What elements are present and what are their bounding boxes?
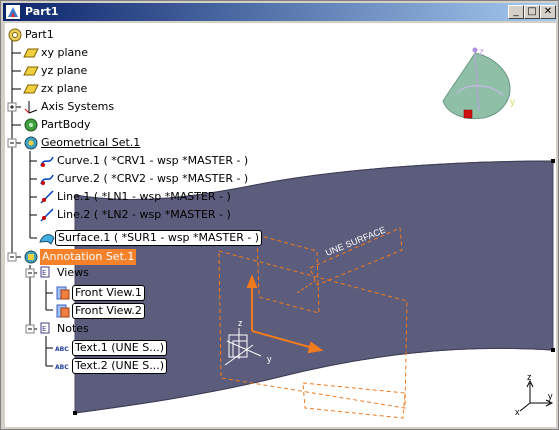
curve-icon [40, 174, 54, 185]
line-icon [40, 190, 54, 204]
plane-icon [23, 66, 39, 76]
tree-label: Line.1 ( *LN1 - wsp *MASTER - ) [57, 190, 231, 203]
tree-label: Surface.1 ( *SUR1 - wsp *MASTER - ) [55, 230, 263, 246]
compass-icon[interactable]: z y [442, 47, 515, 120]
tree-label: Text.2 (UNE S...) [72, 358, 168, 374]
maximize-button[interactable]: □ [524, 5, 540, 19]
svg-text:E: E [42, 325, 46, 333]
front-view-icon [56, 304, 70, 318]
global-axis-icon[interactable]: z y x [515, 372, 554, 417]
tree-label: Front View.1 [72, 285, 145, 301]
tree-label: yz plane [41, 64, 88, 77]
tree-label: Curve.2 ( *CRV2 - wsp *MASTER - ) [57, 172, 249, 185]
svg-text:E: E [42, 269, 46, 277]
tree-label: Views [57, 266, 89, 279]
svg-text:ABC: ABC [55, 364, 69, 371]
corner-point-top-right[interactable] [551, 159, 555, 163]
tree-label: Front View.2 [72, 303, 145, 319]
axis-x-label: x [515, 407, 520, 417]
views-folder-icon: E [40, 266, 50, 278]
compass-z-label: z [479, 47, 484, 58]
svg-text:z: z [238, 318, 243, 328]
tree-label: Curve.1 ( *CRV1 - wsp *MASTER - ) [57, 154, 249, 167]
corner-point-bottom-right[interactable] [551, 348, 555, 352]
close-button[interactable]: ✕ [540, 5, 556, 19]
text-annotation-icon: ABC [55, 346, 69, 353]
tree-label: zx plane [41, 82, 88, 95]
compass-y-label: y [510, 97, 515, 108]
axis-system-icon [24, 101, 38, 114]
tree-label: Notes [57, 322, 89, 335]
3d-viewport[interactable]: UNE SURFACE z y z y z y x Part1 xy plane… [5, 23, 556, 427]
tree-label: Annotation Set.1 [40, 249, 137, 265]
front-view-icon [56, 286, 70, 300]
notes-folder-icon: E [40, 322, 50, 334]
tree-label: PartBody [41, 118, 91, 131]
tree-label: Axis Systems [41, 100, 115, 113]
svg-text:ABC: ABC [55, 346, 69, 353]
annotation-set-icon [24, 250, 38, 264]
part-window: Part1 _ □ ✕ UNE SURFACE z y z y z y x Pa… [0, 0, 559, 430]
part-body-icon [24, 118, 38, 132]
surface-icon [39, 234, 55, 245]
line-icon [40, 208, 54, 222]
curve-icon [40, 156, 54, 167]
text-annotation-icon: ABC [55, 364, 69, 371]
tree-label: Part1 [25, 28, 54, 41]
minimize-button[interactable]: _ [508, 5, 524, 19]
corner-point-bottom-left[interactable] [73, 411, 77, 415]
catia-app-icon[interactable] [6, 5, 20, 19]
tree-label: xy plane [41, 46, 89, 59]
axis-y-label: y [548, 391, 553, 401]
window-title: Part1 [25, 5, 59, 18]
plane-icon [23, 48, 39, 58]
title-bar[interactable]: Part1 _ □ ✕ [3, 3, 556, 21]
part-gear-icon [8, 28, 22, 42]
tree-label: Geometrical Set.1 [41, 136, 141, 149]
geometrical-set-icon [24, 136, 38, 150]
plane-icon [23, 84, 39, 94]
svg-text:y: y [267, 354, 272, 364]
axis-z-label: z [527, 372, 532, 382]
tree-label: Text.1 (UNE S...) [72, 340, 168, 356]
tree-label: Line.2 ( *LN2 - wsp *MASTER - ) [57, 208, 231, 221]
